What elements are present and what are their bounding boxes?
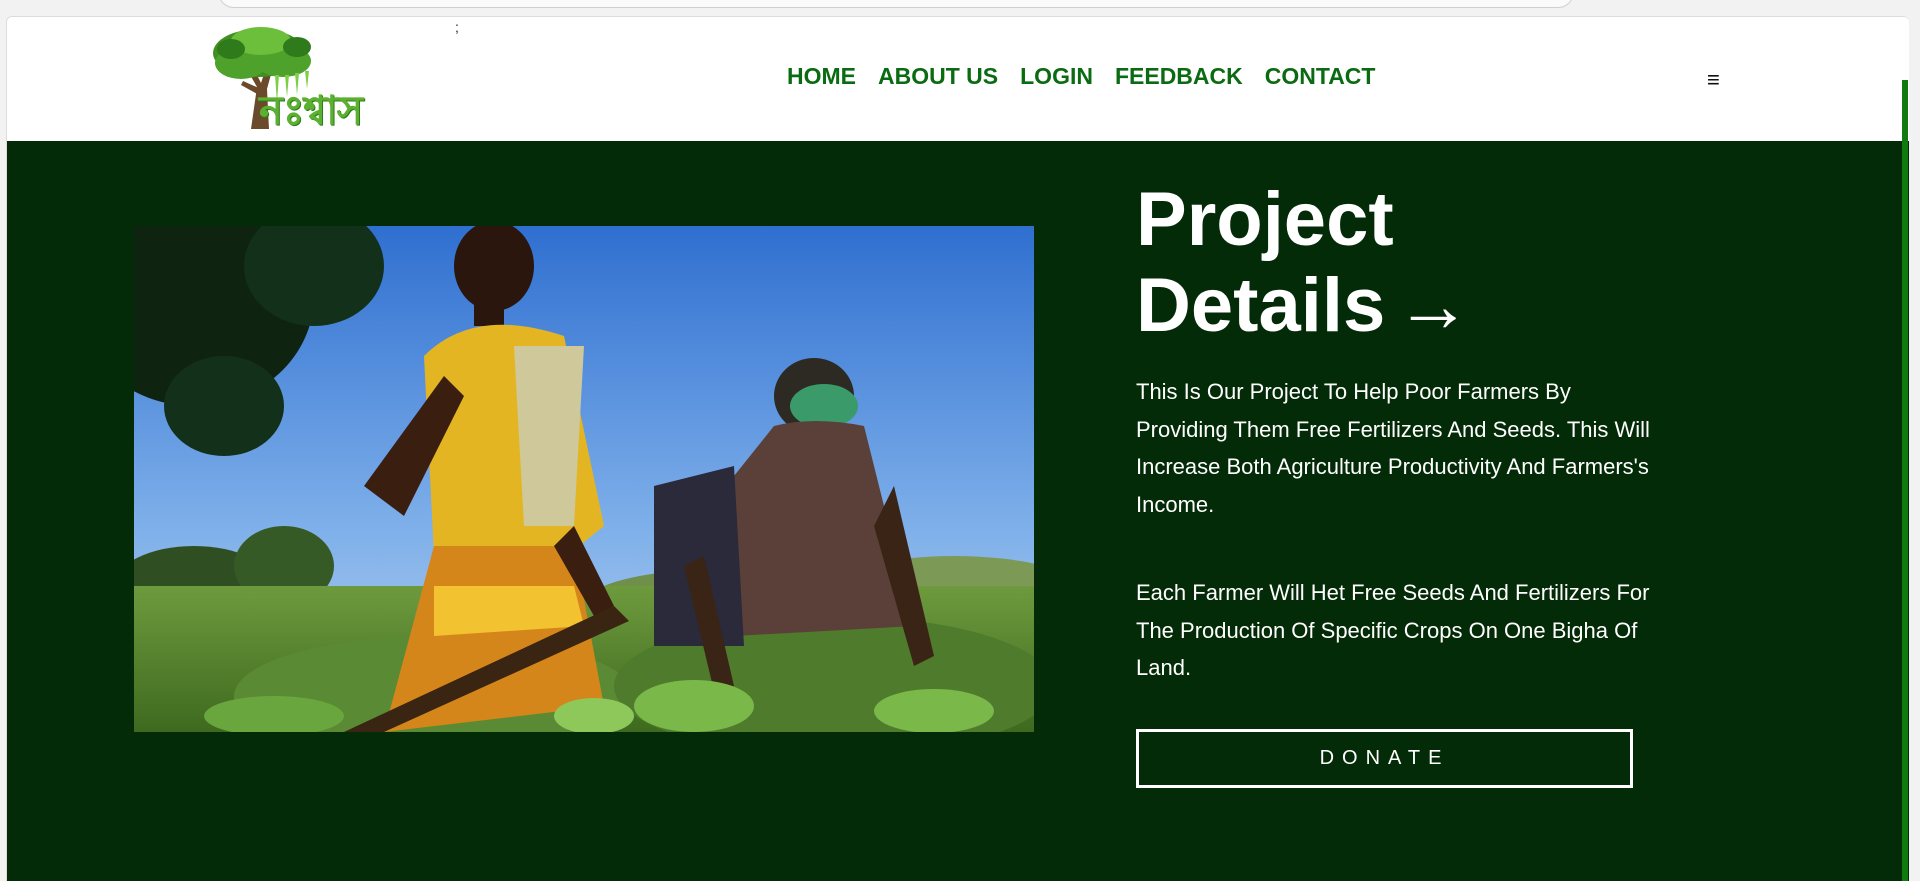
page-title: Project Details → [1136,177,1736,349]
hamburger-menu-icon[interactable]: ≡ [1707,67,1720,93]
nav-about-us[interactable]: ABOUT US [878,63,998,90]
nav-home[interactable]: HOME [787,63,856,90]
farmers-photo-illustration [134,226,1034,732]
stray-text: ; [455,19,459,35]
main-nav: HOME ABOUT US LOGIN FEEDBACK CONTACT [787,63,1397,90]
navbar: ; নঃশ্বাস HOME ABOUT US LOGIN FEEDBACK C… [7,17,1909,141]
nav-login[interactable]: LOGIN [1020,63,1093,90]
arrow-right-icon: → [1395,263,1472,348]
scrollbar[interactable] [1902,80,1908,881]
title-line-1: Project [1136,177,1394,262]
browser-toolbar [0,0,1920,16]
browser-address-bar[interactable] [218,0,1574,8]
project-description: This Is Our Project To Help Poor Farmers… [1136,379,1650,517]
project-benefit: Each Farmer Will Het Free Seeds And Fert… [1136,580,1650,680]
nav-contact[interactable]: CONTACT [1265,63,1376,90]
page: ; নঃশ্বাস HOME ABOUT US LOGIN FEEDBACK C… [6,16,1909,881]
logo-wordmark: নঃশ্বাস [259,88,363,134]
project-details-section: Project Details → This Is Our Project To … [7,141,1909,881]
nav-feedback[interactable]: FEEDBACK [1115,63,1243,90]
title-line-2: Details [1136,263,1386,348]
donate-button[interactable]: DONATE [1136,729,1633,788]
farmers-photo [134,226,1034,732]
